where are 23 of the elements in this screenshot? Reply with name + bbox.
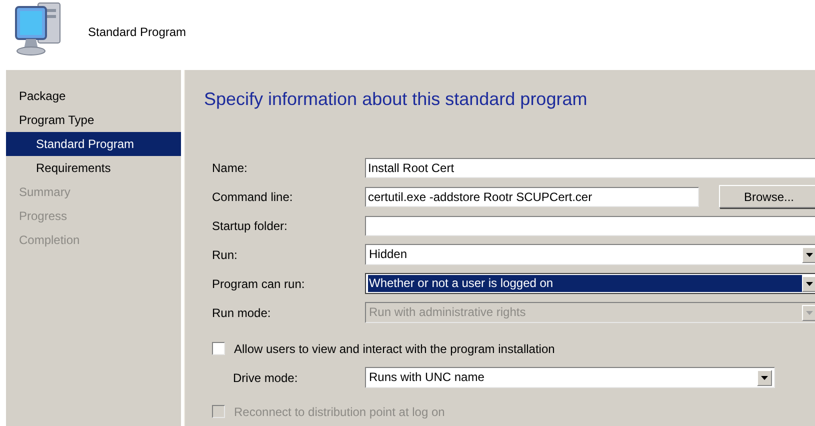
field-label: Run: — [212, 248, 238, 262]
text-field[interactable]: certutil.exe -addstore Rootr SCUPCert.cer — [365, 186, 699, 206]
field-label: Program can run: — [212, 276, 306, 290]
field-label: Command line: — [212, 190, 294, 204]
checkbox-label: Reconnect to distribution point at log on — [234, 404, 445, 418]
field-label: Drive mode: — [233, 370, 299, 384]
checkbox[interactable] — [212, 342, 225, 355]
dropdown[interactable]: Whether or not a user is logged on — [365, 273, 815, 294]
dropdown[interactable]: Hidden — [365, 244, 815, 265]
text-field[interactable] — [365, 216, 815, 236]
header-title: Standard Program — [88, 25, 186, 39]
text-field[interactable]: Install Root Cert — [365, 158, 815, 178]
sidebar-item[interactable]: Requirements — [6, 156, 181, 180]
sidebar-item[interactable]: Package — [6, 84, 181, 108]
page-heading: Specify information about this standard program — [204, 88, 588, 111]
dropdown[interactable]: Runs with UNC name — [365, 367, 775, 388]
sidebar-item[interactable]: Program Type — [6, 108, 181, 132]
browse-button[interactable]: Browse... — [719, 185, 815, 208]
field-label: Run mode: — [212, 306, 272, 320]
field-label: Startup folder: — [212, 218, 288, 232]
field-label: Name: — [212, 160, 248, 174]
sidebar-item[interactable]: Standard Program — [6, 132, 181, 156]
checkbox-label: Allow users to view and interact with the program installation — [234, 342, 555, 356]
